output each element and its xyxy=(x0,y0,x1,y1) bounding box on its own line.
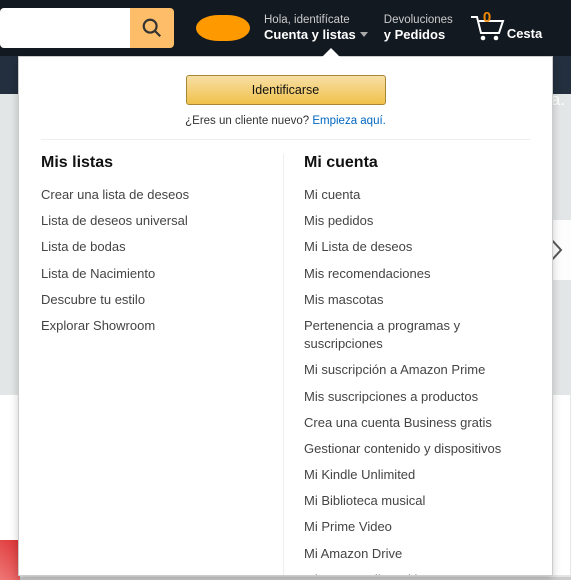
account-link[interactable]: Mi suscripción a Amazon Prime xyxy=(304,357,530,383)
new-customer-question: ¿Eres un cliente nuevo? xyxy=(185,115,312,127)
lists-link[interactable]: Lista de bodas xyxy=(41,234,267,260)
bg-image-fragment xyxy=(0,540,20,580)
lists-link[interactable]: Descubre tu estilo xyxy=(41,287,267,313)
cart-label: Cesta xyxy=(507,26,542,41)
nav-cart[interactable]: 0 Cesta xyxy=(469,13,542,44)
account-link[interactable]: Mis recomendaciones xyxy=(304,261,530,287)
start-here-link[interactable]: Empieza aquí. xyxy=(312,115,386,127)
nav-returns-line1: Devoluciones xyxy=(384,13,453,27)
account-link[interactable]: Mi Prime Video xyxy=(304,514,530,540)
lists-link[interactable]: Lista de deseos universal xyxy=(41,208,267,234)
account-link[interactable]: Crea una cuenta Business gratis xyxy=(304,410,530,436)
flyout-arrow xyxy=(322,48,340,57)
account-flyout: Identificarse ¿Eres un cliente nuevo? Em… xyxy=(18,56,553,576)
lists-header: Mis listas xyxy=(41,154,267,172)
logo-smile[interactable] xyxy=(196,15,250,41)
lists-link[interactable]: Lista de Nacimiento xyxy=(41,261,267,287)
nav-account-greeting: Hola, identifícate xyxy=(264,13,368,27)
chevron-down-icon xyxy=(360,32,368,38)
lists-link[interactable]: Explorar Showroom xyxy=(41,313,267,339)
account-header: Mi cuenta xyxy=(304,154,530,172)
signin-button[interactable]: Identificarse xyxy=(186,75,386,105)
search-button[interactable] xyxy=(130,8,174,48)
account-column: Mi cuenta Mi cuentaMis pedidosMi Lista d… xyxy=(284,154,530,576)
account-link[interactable]: Gestionar contenido y dispositivos xyxy=(304,436,530,462)
cart-count: 0 xyxy=(483,9,491,26)
account-link[interactable]: Mi Amazon Drive xyxy=(304,541,530,567)
account-link[interactable]: Pertenencia a programas y suscripciones xyxy=(304,313,530,357)
lists-link[interactable]: Crear una lista de deseos xyxy=(41,182,267,208)
search-input[interactable] xyxy=(0,8,130,48)
card-title-fragment: os xyxy=(0,409,16,431)
account-link[interactable]: Mis mascotas xyxy=(304,287,530,313)
nav-returns-line2: y Pedidos xyxy=(384,27,453,43)
account-link[interactable]: Mis Apps y dispositivos xyxy=(304,567,530,576)
nav-account[interactable]: Hola, identifícate Cuenta y listas xyxy=(264,13,368,44)
signin-area: Identificarse ¿Eres un cliente nuevo? Em… xyxy=(41,71,530,140)
account-link[interactable]: Mi Kindle Unlimited xyxy=(304,462,530,488)
account-link[interactable]: Mi Lista de deseos xyxy=(304,234,530,260)
top-nav: Hola, identifícate Cuenta y listas Devol… xyxy=(0,0,571,56)
search-icon xyxy=(141,17,163,39)
nav-account-label: Cuenta y listas xyxy=(264,27,356,43)
account-link[interactable]: Mi cuenta xyxy=(304,182,530,208)
lists-column: Mis listas Crear una lista de deseosList… xyxy=(41,154,284,576)
search-form xyxy=(0,8,174,48)
account-link[interactable]: Mis pedidos xyxy=(304,208,530,234)
nav-returns-orders[interactable]: Devoluciones y Pedidos xyxy=(384,13,453,44)
account-link[interactable]: Mi Biblioteca musical xyxy=(304,488,530,514)
new-customer-text: ¿Eres un cliente nuevo? Empieza aquí. xyxy=(41,115,530,127)
account-link[interactable]: Mis suscripciones a productos xyxy=(304,384,530,410)
